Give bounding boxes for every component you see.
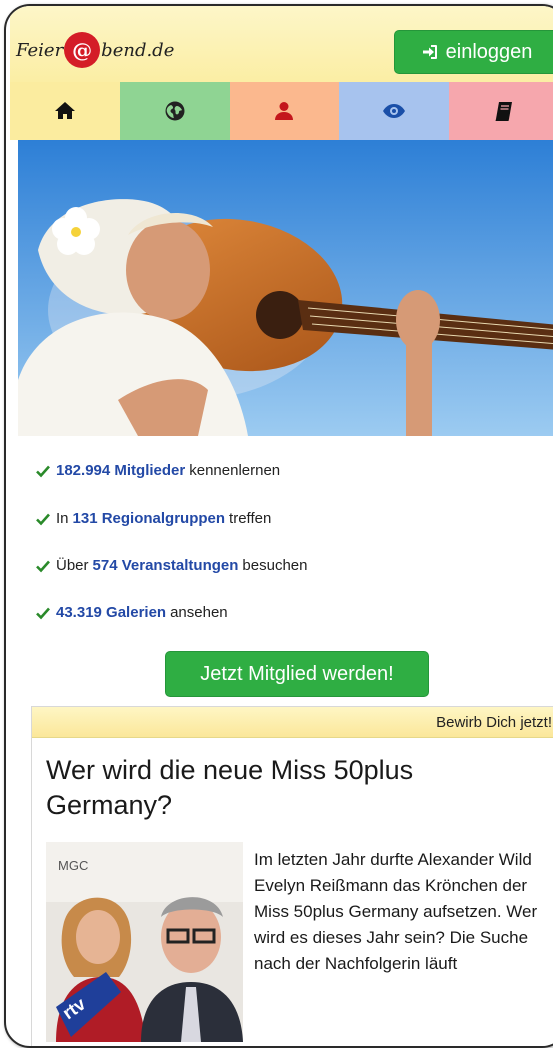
check-icon	[36, 513, 50, 525]
check-icon	[36, 560, 50, 572]
login-button[interactable]: einloggen	[394, 30, 553, 74]
check-icon	[36, 465, 50, 477]
nav-item-guestbook[interactable]	[449, 82, 553, 140]
svg-text:MGC: MGC	[58, 858, 88, 873]
sign-in-icon	[422, 45, 437, 59]
join-button[interactable]: Jetzt Mitglied werden!	[165, 651, 429, 697]
logo-at-badge: @	[64, 32, 101, 68]
check-icon	[36, 607, 50, 619]
login-label: einloggen	[445, 40, 533, 63]
eye-icon	[383, 104, 406, 118]
globe-icon	[165, 101, 185, 121]
device-frame: Feier @ bend.de einloggen 182.994 Mitgli…	[4, 4, 553, 1048]
site-logo[interactable]: Feier @ bend.de	[16, 30, 174, 70]
home-icon	[54, 102, 75, 119]
main-nav	[10, 82, 553, 140]
nav-item-profile[interactable]	[229, 82, 340, 140]
stat-link-events[interactable]: 574 Veranstaltungen	[93, 557, 239, 574]
nav-item-regions[interactable]	[119, 82, 230, 140]
stat-post: kennenlernen	[189, 462, 281, 479]
hero-image	[18, 140, 553, 436]
stat-groups: In 131 Regionalgruppen treffen	[36, 510, 271, 527]
stat-link-members[interactable]: 182.994 Mitglieder	[56, 462, 185, 479]
article-title[interactable]: Wer wird die neue Miss 50plus Germany?	[46, 753, 546, 823]
stat-link-galleries[interactable]: 43.319 Galerien	[56, 604, 166, 621]
stat-members: 182.994 Mitglieder kennenlernen	[36, 462, 280, 479]
book-icon	[495, 102, 513, 121]
apply-link[interactable]: Bewirb Dich jetzt!	[436, 714, 552, 731]
nav-item-views[interactable]	[339, 82, 450, 140]
article-panel: Bewirb Dich jetzt! Wer wird die neue Mis…	[31, 706, 553, 1046]
stat-pre: In	[56, 510, 69, 527]
user-icon	[275, 102, 294, 120]
header: Feier @ bend.de einloggen	[10, 6, 553, 82]
logo-text-post: bend.de	[101, 39, 175, 61]
article-body: Im letzten Jahr durfte Alexander Wild Ev…	[254, 850, 538, 973]
stat-post: ansehen	[170, 604, 228, 621]
stat-post: treffen	[229, 510, 272, 527]
stat-galleries: 43.319 Galerien ansehen	[36, 604, 228, 621]
stat-link-groups[interactable]: 131 Regionalgruppen	[73, 510, 226, 527]
stat-events: Über 574 Veranstaltungen besuchen	[36, 557, 307, 574]
stat-pre: Über	[56, 557, 89, 574]
article-photo[interactable]: MGC rtv	[46, 842, 243, 1042]
stat-post: besuchen	[242, 557, 308, 574]
article-bar: Bewirb Dich jetzt!	[32, 707, 553, 738]
logo-text-pre: Feier	[16, 39, 64, 61]
page: Feier @ bend.de einloggen 182.994 Mitgli…	[10, 6, 553, 1046]
nav-item-home[interactable]	[10, 82, 120, 140]
